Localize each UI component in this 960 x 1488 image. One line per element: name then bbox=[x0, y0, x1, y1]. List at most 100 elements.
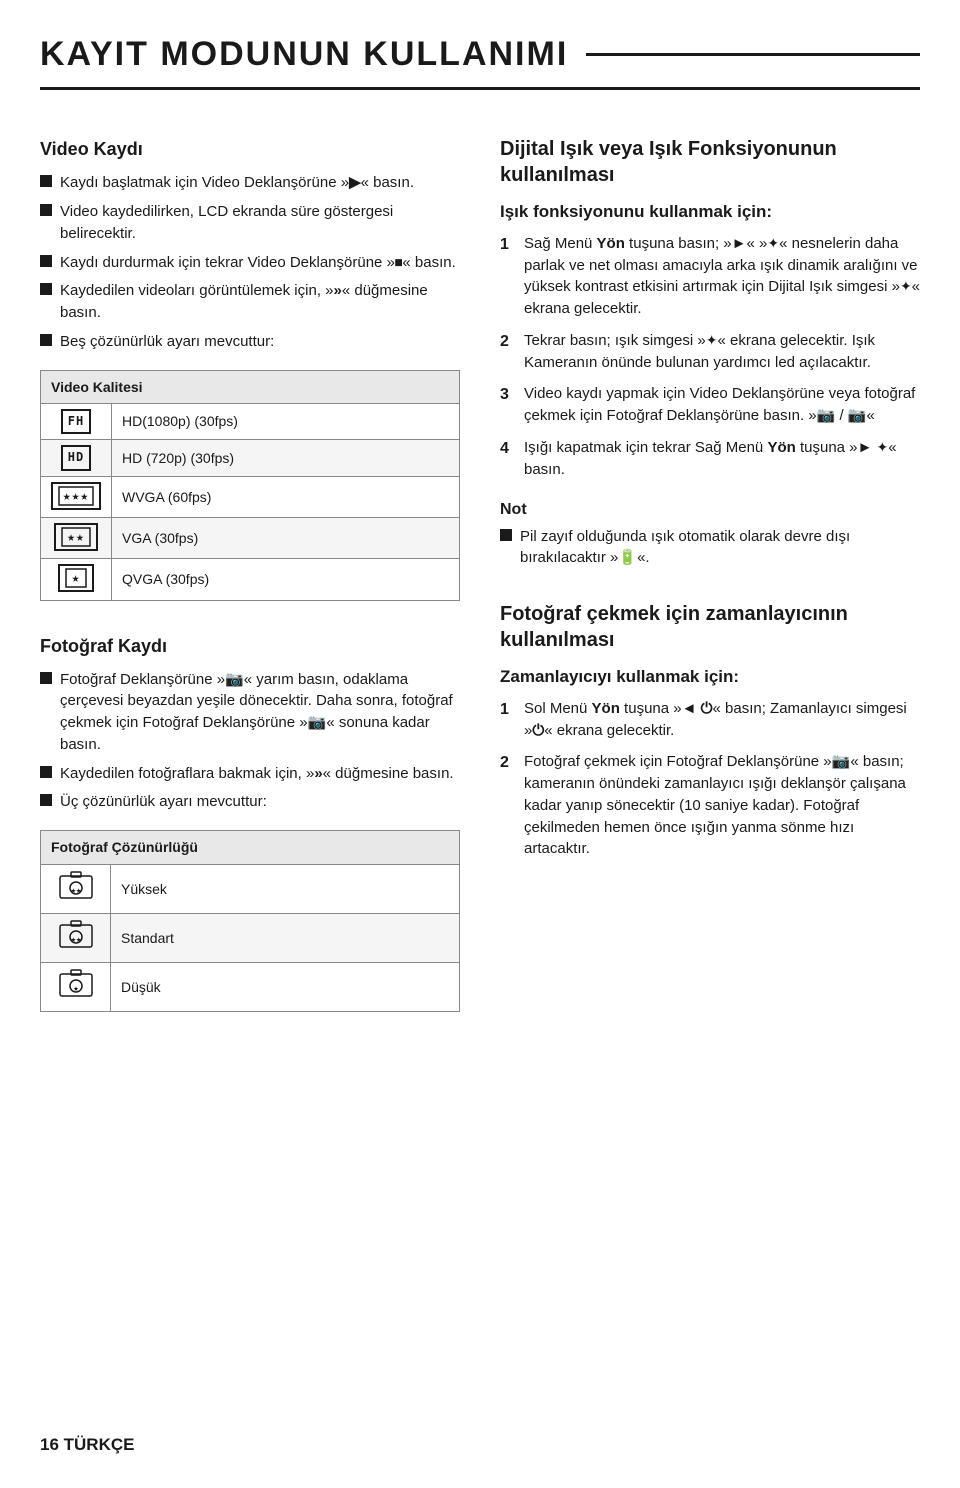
wvga-icon: ★★★ bbox=[51, 482, 101, 510]
step-number: 4 bbox=[500, 437, 516, 460]
list-item: Kaydı durdurmak için tekrar Video Deklan… bbox=[40, 252, 460, 274]
list-item: 2 Tekrar basın; ışık simgesi »✦« ekrana … bbox=[500, 330, 920, 374]
dusuk-icon: ★ bbox=[58, 968, 94, 1000]
content-area: Video Kaydı Kaydı başlatmak için Video D… bbox=[40, 118, 920, 1026]
list-item: Video kaydedilirken, LCD ekranda süre gö… bbox=[40, 201, 460, 245]
list-item: Kaydedilen fotoğraflara bakmak için, »»«… bbox=[40, 763, 460, 785]
qvga-icon: ★ bbox=[58, 564, 94, 592]
bullet-icon bbox=[40, 283, 52, 295]
svg-text:★★: ★★ bbox=[67, 530, 85, 545]
list-item: 3 Video kaydı yapmak için Video Deklanşö… bbox=[500, 383, 920, 427]
icon-cell: FH bbox=[41, 403, 112, 439]
table-row: ★★ Yüksek bbox=[41, 864, 460, 913]
bullet-icon bbox=[40, 334, 52, 346]
quality-label: Yüksek bbox=[111, 864, 460, 913]
step-number: 2 bbox=[500, 330, 516, 353]
icon-cell: ★★ bbox=[41, 913, 111, 962]
step-number: 1 bbox=[500, 698, 516, 721]
quality-label: WVGA (60fps) bbox=[112, 476, 460, 517]
quality-label: HD(1080p) (30fps) bbox=[112, 403, 460, 439]
quality-label: Standart bbox=[111, 913, 460, 962]
list-item: Üç çözünürlük ayarı mevcuttur: bbox=[40, 791, 460, 813]
bullet-text: Fotoğraf Deklanşörüne »📷« yarım basın, o… bbox=[60, 669, 460, 756]
not-label: Not bbox=[500, 498, 920, 521]
photo-section-heading: Fotoğraf Kaydı bbox=[40, 633, 460, 659]
table-row: HD HD (720p) (30fps) bbox=[41, 440, 460, 476]
photo-table-heading: Fotoğraf Çözünürlüğü bbox=[41, 831, 460, 864]
step-number: 2 bbox=[500, 751, 516, 774]
icon-cell: ★★ bbox=[41, 518, 112, 559]
bullet-icon bbox=[40, 766, 52, 778]
step-text: Video kaydı yapmak için Video Deklanşörü… bbox=[524, 383, 920, 427]
dijital-steps-list: 1 Sağ Menü Yön tuşuna basın; »►« »✦« nes… bbox=[500, 233, 920, 491]
bullet-icon bbox=[40, 794, 52, 806]
svg-text:★★: ★★ bbox=[70, 886, 81, 896]
bullet-text: Kaydı başlatmak için Video Deklanşörüne … bbox=[60, 172, 414, 194]
vga-icon: ★★ bbox=[54, 523, 98, 551]
list-item: Beş çözünürlük ayarı mevcuttur: bbox=[40, 331, 460, 353]
bullet-icon bbox=[40, 204, 52, 216]
list-item: Fotoğraf Deklanşörüne »📷« yarım basın, o… bbox=[40, 669, 460, 756]
bullet-icon bbox=[40, 255, 52, 267]
svg-text:★: ★ bbox=[72, 571, 81, 586]
quality-label: QVGA (30fps) bbox=[112, 559, 460, 600]
list-item: Kaydedilen videoları görüntülemek için, … bbox=[40, 280, 460, 324]
fh-icon: FH bbox=[61, 409, 91, 434]
icon-cell: HD bbox=[41, 440, 112, 476]
quality-label: Düşük bbox=[111, 963, 460, 1012]
photo-bullet-list: Fotoğraf Deklanşörüne »📷« yarım basın, o… bbox=[40, 669, 460, 821]
bullet-text: Kaydedilen fotoğraflara bakmak için, »»«… bbox=[60, 763, 454, 785]
bullet-icon bbox=[40, 175, 52, 187]
video-bullet-list: Kaydı başlatmak için Video Deklanşörüne … bbox=[40, 172, 460, 359]
left-column: Video Kaydı Kaydı başlatmak için Video D… bbox=[40, 118, 460, 1026]
title-text: KAYIT MODUNUN KULLANIMI bbox=[40, 30, 568, 79]
zamanlayici-steps-list: 1 Sol Menü Yön tuşuna »◄ ⏻« basın; Zaman… bbox=[500, 698, 920, 870]
step-number: 3 bbox=[500, 383, 516, 406]
note-content: Pil zayıf olduğunda ışık otomatik olarak… bbox=[500, 526, 920, 570]
list-item: 1 Sağ Menü Yön tuşuna basın; »►« »✦« nes… bbox=[500, 233, 920, 320]
bullet-text: Kaydedilen videoları görüntülemek için, … bbox=[60, 280, 460, 324]
icon-cell: ★ bbox=[41, 963, 111, 1012]
video-quality-table: Video Kalitesi FH HD(1080p) (30fps) HD bbox=[40, 370, 460, 601]
list-item: 1 Sol Menü Yön tuşuna »◄ ⏻« basın; Zaman… bbox=[500, 698, 920, 742]
table-row: ★★ Standart bbox=[41, 913, 460, 962]
page-title: KAYIT MODUNUN KULLANIMI bbox=[40, 30, 920, 90]
zamanlayici-section-title: Fotoğraf çekmek için zamanlayıcının kull… bbox=[500, 601, 920, 653]
bullet-text: Video kaydedilirken, LCD ekranda süre gö… bbox=[60, 201, 460, 245]
footer-text: 16 TÜRKÇE bbox=[40, 1435, 134, 1454]
table-row: ★★★ WVGA (60fps) bbox=[41, 476, 460, 517]
step-text: Sağ Menü Yön tuşuna basın; »►« »✦« nesne… bbox=[524, 233, 920, 320]
table-row: ★ QVGA (30fps) bbox=[41, 559, 460, 600]
right-column: Dijital Işık veya Işık Fonksiyonunun kul… bbox=[500, 118, 920, 1026]
svg-text:★: ★ bbox=[73, 984, 79, 994]
icon-cell: ★★ bbox=[41, 864, 111, 913]
title-underline bbox=[586, 53, 920, 56]
bullet-text: Kaydı durdurmak için tekrar Video Deklan… bbox=[60, 252, 456, 274]
page: KAYIT MODUNUN KULLANIMI Video Kaydı Kayd… bbox=[0, 0, 960, 1488]
bullet-text: Beş çözünürlük ayarı mevcuttur: bbox=[60, 331, 274, 353]
icon-cell: ★ bbox=[41, 559, 112, 600]
list-item: 4 Işığı kapatmak için tekrar Sağ Menü Yö… bbox=[500, 437, 920, 481]
quality-label: VGA (30fps) bbox=[112, 518, 460, 559]
table-row: FH HD(1080p) (30fps) bbox=[41, 403, 460, 439]
list-item: 2 Fotoğraf çekmek için Fotoğraf Deklanşö… bbox=[500, 751, 920, 860]
list-item: Kaydı başlatmak için Video Deklanşörüne … bbox=[40, 172, 460, 194]
bullet-icon bbox=[500, 529, 512, 541]
video-section-heading: Video Kaydı bbox=[40, 136, 460, 162]
table-row: ★ Düşük bbox=[41, 963, 460, 1012]
bullet-text: Üç çözünürlük ayarı mevcuttur: bbox=[60, 791, 267, 813]
dijital-subtitle: Işık fonksiyonunu kullanmak için: bbox=[500, 200, 920, 225]
step-text: Tekrar basın; ışık simgesi »✦« ekrana ge… bbox=[524, 330, 920, 374]
dijital-title-text: Dijital Işık veya Işık Fonksiyonunun kul… bbox=[500, 138, 837, 186]
svg-text:★★: ★★ bbox=[70, 935, 81, 945]
note-box: Not Pil zayıf olduğunda ışık otomatik ol… bbox=[500, 498, 920, 569]
standart-icon: ★★ bbox=[58, 919, 94, 951]
yuksek-icon: ★★ bbox=[58, 870, 94, 902]
step-text: Işığı kapatmak için tekrar Sağ Menü Yön … bbox=[524, 437, 920, 481]
icon-cell: ★★★ bbox=[41, 476, 112, 517]
footer: 16 TÜRKÇE bbox=[40, 1433, 134, 1458]
zamanlayici-title-text: Fotoğraf çekmek için zamanlayıcının kull… bbox=[500, 603, 848, 651]
table-row: ★★ VGA (30fps) bbox=[41, 518, 460, 559]
svg-text:★★★: ★★★ bbox=[63, 489, 89, 504]
quality-label: HD (720p) (30fps) bbox=[112, 440, 460, 476]
